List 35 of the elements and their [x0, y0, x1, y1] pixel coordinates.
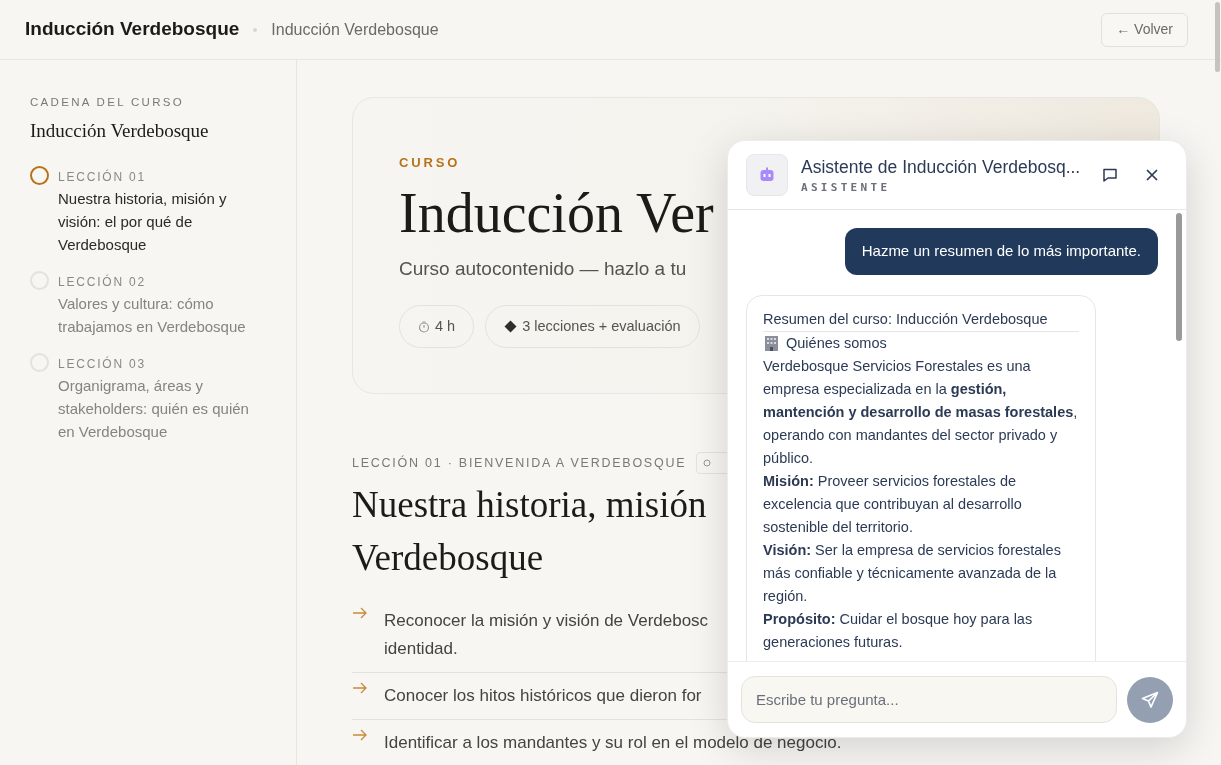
message-paragraph: Misión: Proveer servicios forestales de excelencia que contribuyan al desarrollo sostenible del territorio.	[763, 471, 1023, 537]
lesson-label: LECCIÓN 01	[58, 168, 148, 186]
lesson-label: LECCIÓN 03	[58, 355, 148, 373]
chip-text: 4 h	[435, 316, 456, 336]
sidebar-eyebrow: CADENA DEL CURSO	[30, 95, 185, 110]
back-button[interactable]: ← Volver	[1101, 12, 1188, 47]
chat-title: Asistente de Inducción Verdebosq...	[801, 155, 1081, 179]
lesson-label: LECCIÓN 02	[58, 273, 148, 291]
lesson-item[interactable]: LECCIÓN 02 Valores y cultura: cómo trabajamos en Verdebosque	[30, 272, 276, 338]
course-heading: Inducción Ver	[399, 180, 714, 245]
chip-text: 3 lecciones + evaluación	[522, 316, 681, 336]
breadcrumb: Inducción Verdebosque	[271, 19, 439, 40]
brand-title: Inducción Verdebosque	[25, 17, 240, 42]
user-message: Hazme un resumen de lo más importante.	[844, 228, 1158, 275]
section-heading: Quiénes somos	[786, 333, 887, 353]
lesson-item[interactable]: LECCIÓN 01 Nuestra historia, misión y visión: el por qué de Verdebosque	[30, 167, 276, 256]
lesson-heading: Nuestra historia, misión	[352, 483, 707, 527]
lesson-title: Organigrama, áreas y stakeholders: quién es quién en Verdebosque	[58, 375, 250, 442]
message-paragraph: Verdebosque Servicios Forestales es una empresa especializada en la gestión, mantención y desarrollo de masas forestales, operando con mandantes del sector privado y público.	[763, 356, 1079, 468]
question-input[interactable]: Escribe tu pregunta...	[741, 676, 1118, 723]
objective-text: Reconocer la misión y visión de Verdebosc	[384, 610, 709, 632]
chat-subtitle: ASISTENTE	[801, 179, 892, 196]
lesson-item[interactable]: LECCIÓN 03 Organigrama, áreas y stakeholders: quién es quién en Verdebosque	[30, 354, 276, 443]
objective-text: Conocer los hitos históricos que dieron for	[384, 685, 702, 707]
lesson-eyebrow: LECCIÓN 01 · BIENVENIDA A VERDEBOSQUE	[352, 454, 687, 472]
lesson-title: Nuestra historia, misión y visión: el por qué de Verdebosque	[58, 188, 228, 255]
message-paragraph: Propósito: Cuidar el bosque hoy para las generaciones futuras.	[763, 609, 1034, 652]
course-title: Inducción Verdebosque	[30, 119, 210, 144]
message-paragraph: Visión: Ser la empresa de servicios forestales más confiable y técnicamente avanzada de la región.	[763, 540, 1062, 606]
card-eyebrow: CURSO	[399, 154, 461, 172]
lesson-title: Valores y cultura: cómo trabajamos en Verdebosque	[58, 293, 247, 337]
course-subtitle: Curso autocontenido — hazlo a tu	[399, 256, 687, 281]
message-title: Resumen del curso: Inducción Verdebosque	[763, 307, 1079, 332]
objective-text: identidad.	[384, 638, 459, 660]
lesson-heading: Verdebosque	[352, 536, 544, 580]
